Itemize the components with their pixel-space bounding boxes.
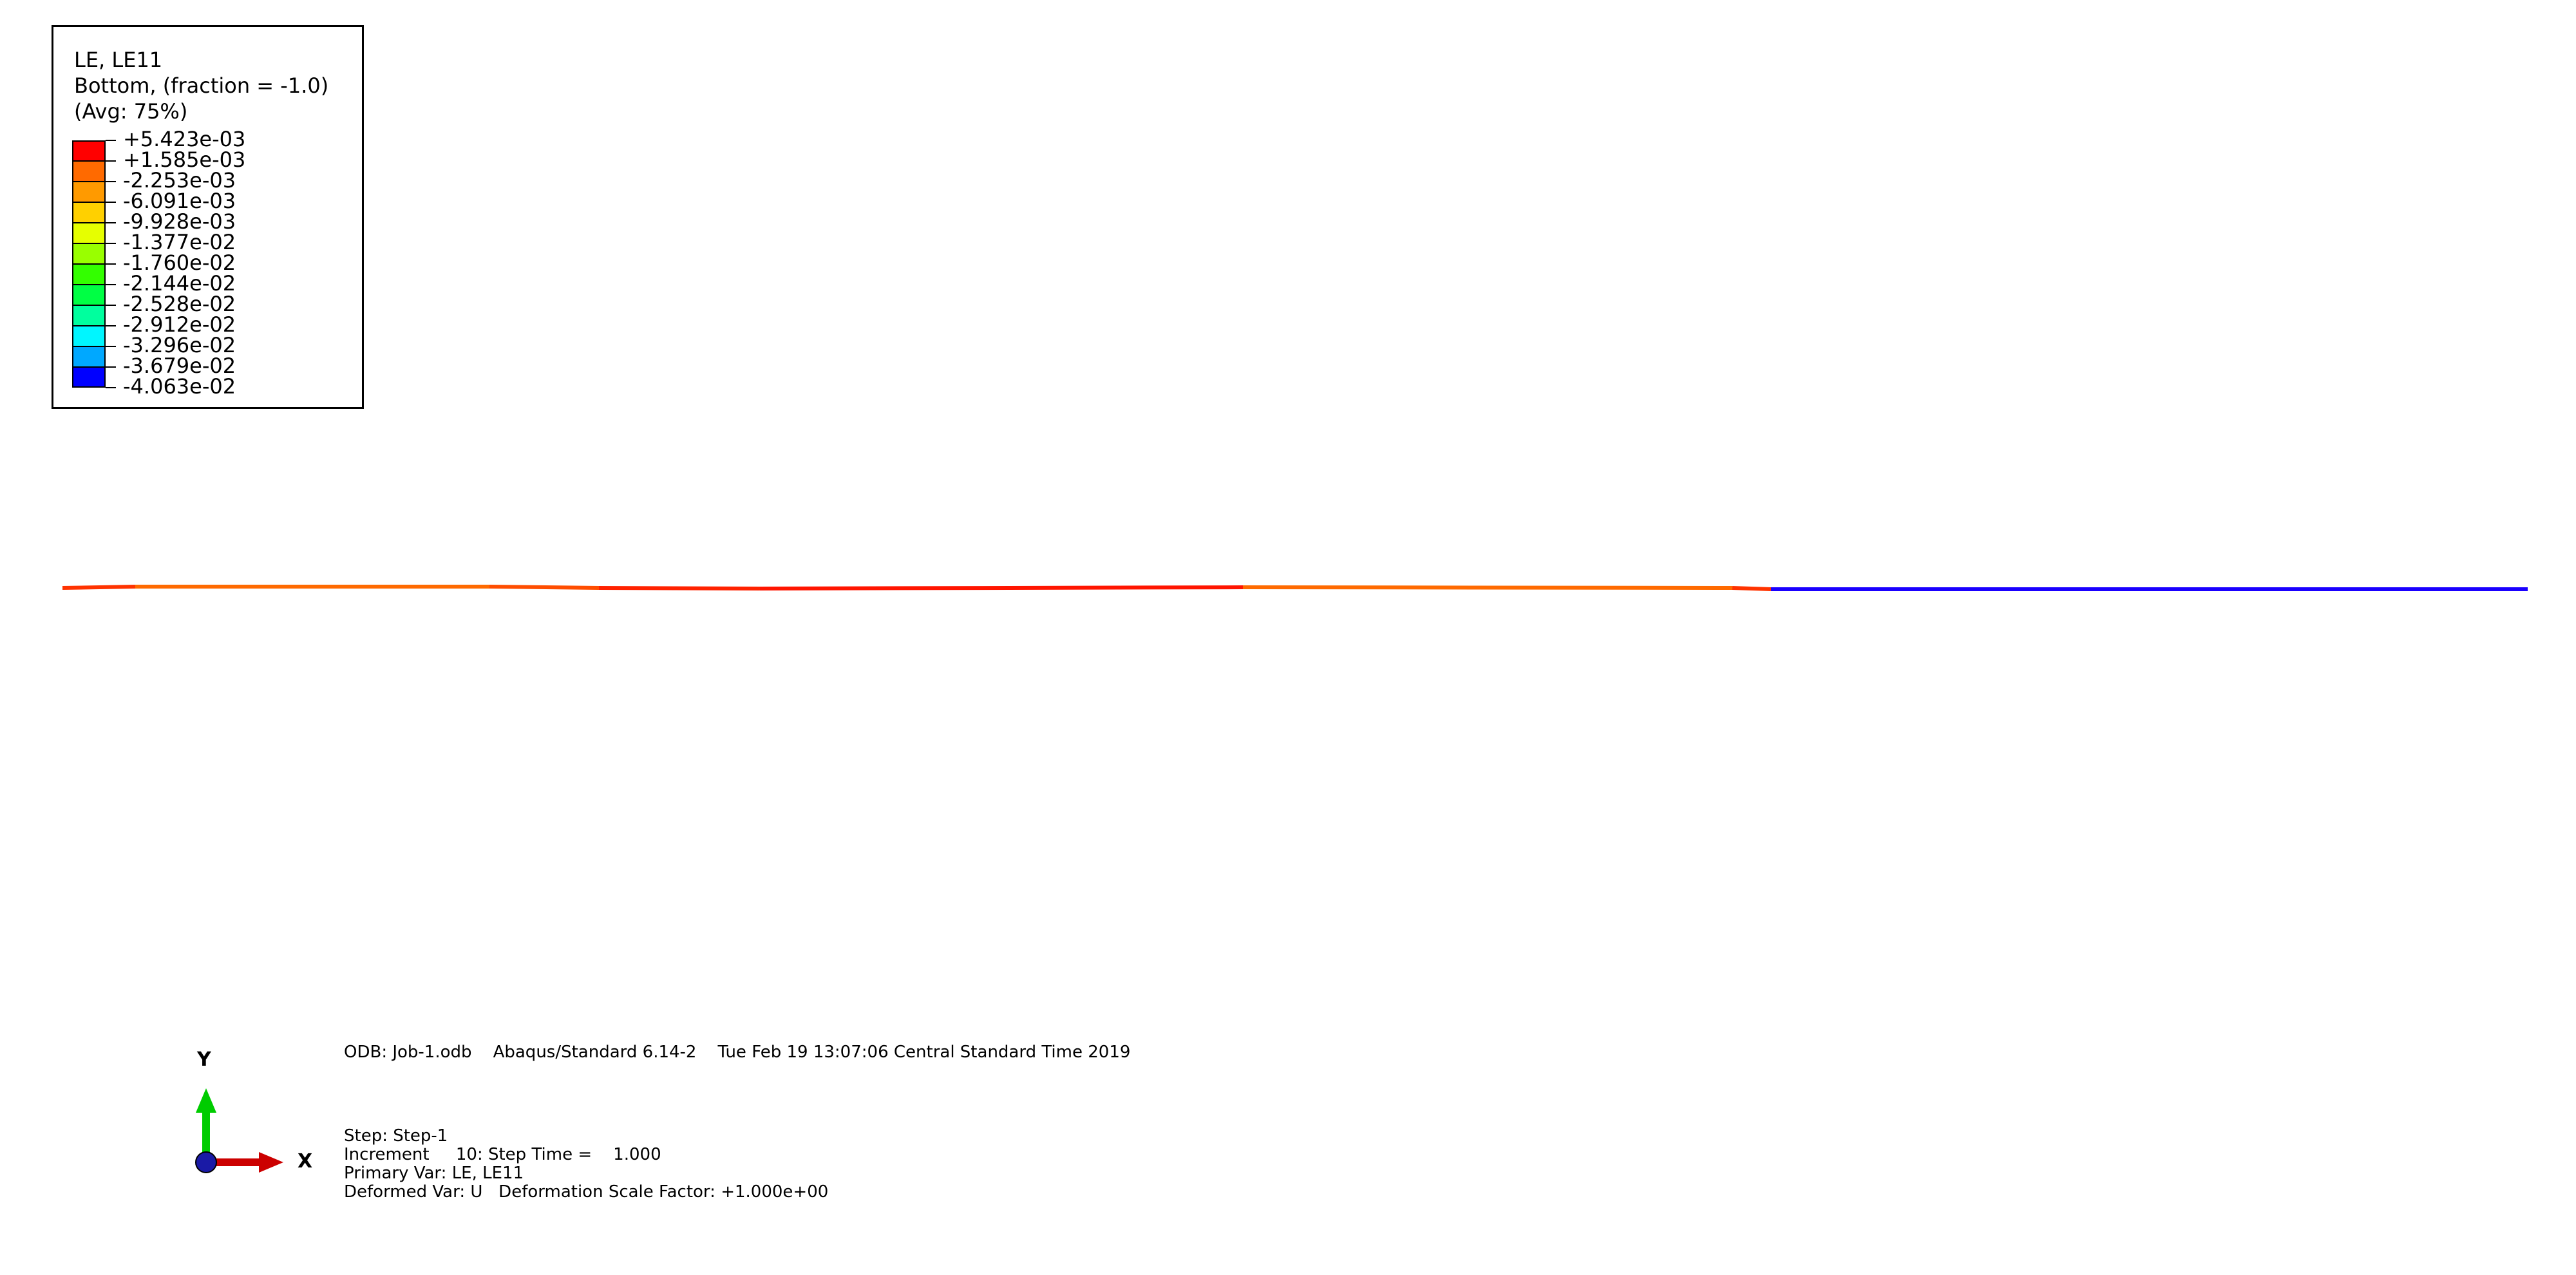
triad-x-arrowhead (259, 1152, 283, 1173)
view-triad (195, 1088, 283, 1173)
increment-info-line: Increment 10: Step Time = 1.000 (344, 1145, 661, 1164)
deformed-var-line: Deformed Var: U Deformation Scale Factor… (344, 1182, 829, 1202)
triad-origin (195, 1151, 217, 1173)
triad-x-label: X (298, 1150, 313, 1173)
triad-y-arrowhead (196, 1088, 216, 1113)
odb-info-line: ODB: Job-1.odb Abaqus/Standard 6.14-2 Tu… (344, 1043, 1131, 1062)
step-info-line: Step: Step-1 (344, 1126, 448, 1146)
triad-y-label: Y (197, 1048, 211, 1071)
primary-var-line: Primary Var: LE, LE11 (344, 1164, 524, 1183)
